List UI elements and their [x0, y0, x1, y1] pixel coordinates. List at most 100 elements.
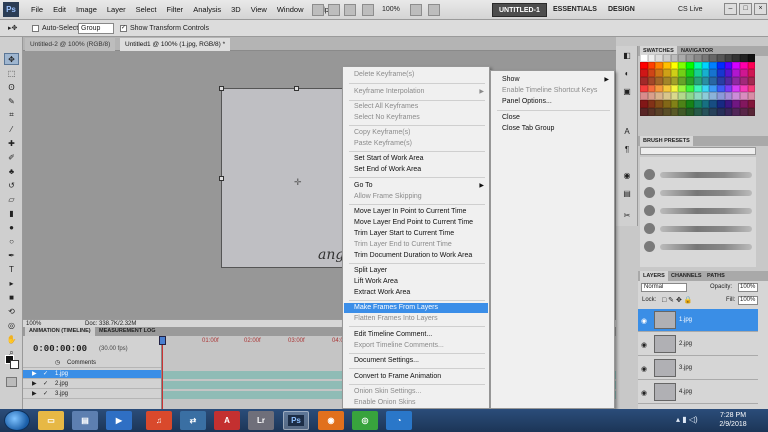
color-swatch[interactable]	[709, 107, 717, 116]
color-swatch[interactable]	[663, 77, 671, 85]
eyedropper-tool-icon[interactable]: ⁄	[4, 123, 19, 135]
move-tool-icon[interactable]: ✥	[4, 53, 19, 65]
color-swatch[interactable]	[739, 54, 748, 62]
color-swatch[interactable]	[724, 84, 733, 93]
color-swatch[interactable]	[724, 54, 733, 62]
menu-item-make-frames-from-layers[interactable]: Make Frames From Layers	[344, 303, 488, 313]
color-swatch[interactable]	[709, 100, 717, 108]
music-app-icon[interactable]: ♫	[146, 411, 172, 430]
color-swatch[interactable]	[647, 77, 656, 85]
color-swatch[interactable]	[732, 61, 740, 70]
color-swatch[interactable]	[655, 92, 664, 101]
menu-analysis[interactable]: Analysis	[188, 0, 226, 20]
transform-controls-checkbox[interactable]: ✓	[120, 25, 127, 32]
color-swatch[interactable]	[747, 92, 756, 101]
healing-tool-icon[interactable]: ✚	[4, 137, 19, 149]
layer-name[interactable]: 3.jpg	[679, 357, 692, 380]
color-swatch[interactable]	[716, 107, 725, 116]
eye-icon[interactable]: ◉	[641, 389, 647, 397]
color-panel-icon[interactable]: ◧	[621, 50, 633, 62]
adobe-app-icon[interactable]: A	[214, 411, 240, 430]
color-swatch[interactable]	[724, 92, 733, 101]
tab-channels[interactable]: CHANNELS	[668, 271, 705, 281]
paragraph-panel-icon[interactable]: ¶	[621, 144, 633, 156]
color-swatch[interactable]	[747, 69, 756, 78]
menu-item-copy-keyframes[interactable]: Copy Keyframe(s)	[344, 128, 488, 138]
background-color-swatch[interactable]	[10, 360, 19, 369]
pen-tool-icon[interactable]: ✒	[4, 249, 19, 261]
color-swatch[interactable]	[739, 92, 748, 101]
menu-item-panel-options[interactable]: Panel Options...	[492, 97, 613, 107]
3d-orbit-tool-icon[interactable]: ◎	[4, 319, 19, 331]
transform-handle[interactable]	[219, 86, 224, 91]
menu-item-go-to[interactable]: Go To ▶	[344, 181, 488, 191]
menu-item-delete-keyframes[interactable]: Delete Keyframe(s)	[344, 70, 488, 80]
menu-item-enable-timeline-shortcuts[interactable]: Enable Timeline Shortcut Keys	[492, 86, 613, 96]
move-tool-icon[interactable]: ▸✥	[8, 20, 17, 37]
menu-filter[interactable]: Filter	[162, 0, 189, 20]
color-swatch[interactable]	[678, 61, 687, 70]
lock-icons[interactable]: □ ✎ ✥ 🔒	[662, 296, 693, 304]
tools-preset-icon[interactable]: ✂	[621, 210, 633, 222]
layer-row-3jpg[interactable]: ◉ 3.jpg	[638, 357, 758, 380]
color-swatch[interactable]	[709, 54, 717, 62]
clone-stamp-tool-icon[interactable]: ♣	[4, 165, 19, 177]
color-swatch[interactable]	[670, 84, 679, 93]
color-swatch[interactable]	[647, 84, 656, 93]
color-swatch[interactable]	[655, 100, 664, 108]
menu-item-lift-work-area[interactable]: Lift Work Area	[344, 277, 488, 287]
start-button-icon[interactable]	[4, 410, 30, 431]
menu-item-move-layer-end-point[interactable]: Move Layer End Point to Current Time	[344, 218, 488, 228]
firefox-icon[interactable]: ◉	[318, 411, 344, 430]
color-swatch[interactable]	[647, 92, 656, 101]
color-swatch[interactable]	[647, 61, 656, 70]
menu-item-edit-timeline-comment[interactable]: Edit Timeline Comment...	[344, 330, 488, 340]
color-swatch[interactable]	[732, 92, 740, 101]
masks-panel-icon[interactable]: ◉	[621, 170, 633, 182]
color-swatch[interactable]	[678, 100, 687, 108]
color-swatch[interactable]	[716, 54, 725, 62]
color-swatch[interactable]	[678, 54, 687, 62]
menu-layer[interactable]: Layer	[102, 0, 131, 20]
color-swatch[interactable]	[732, 77, 740, 85]
menu-item-split-layer[interactable]: Split Layer	[344, 266, 488, 276]
timeline-row-3jpg[interactable]: ▶ ✓ 3.jpg	[23, 390, 161, 399]
color-swatch[interactable]	[701, 77, 710, 85]
blur-tool-icon[interactable]: ●	[4, 221, 19, 233]
type-tool-icon[interactable]: T	[4, 263, 19, 275]
lightroom-icon[interactable]: Lr	[248, 411, 274, 430]
color-swatch[interactable]	[739, 61, 748, 70]
playhead[interactable]	[159, 336, 166, 409]
color-swatch[interactable]	[693, 77, 702, 85]
workspace-design[interactable]: DESIGN	[602, 3, 641, 17]
color-swatch[interactable]	[709, 77, 717, 85]
color-swatch[interactable]	[701, 61, 710, 70]
color-swatch[interactable]	[663, 84, 671, 93]
color-swatch[interactable]	[709, 92, 717, 101]
adjustments-panel-icon[interactable]: ◐	[621, 68, 633, 80]
color-swatch[interactable]	[701, 100, 710, 108]
color-swatch[interactable]	[693, 69, 702, 78]
timeline-row-comments[interactable]: ◷ Comments	[23, 359, 161, 368]
mini-bridge-icon[interactable]	[328, 4, 340, 16]
color-swatch[interactable]	[678, 77, 687, 85]
shape-tool-icon[interactable]: ■	[4, 291, 19, 303]
color-swatch[interactable]	[640, 61, 648, 70]
layer-row-1jpg[interactable]: ◉ 1.jpg	[638, 309, 758, 332]
lasso-tool-icon[interactable]: ʘ	[4, 81, 19, 93]
color-swatch[interactable]	[739, 100, 748, 108]
network-app-icon[interactable]: ⇄	[180, 411, 206, 430]
color-swatch[interactable]	[724, 77, 733, 85]
eye-icon[interactable]: ◉	[641, 341, 647, 349]
file-explorer-icon[interactable]: ▭	[38, 411, 64, 430]
styles-panel-icon[interactable]: ▣	[621, 86, 633, 98]
color-swatch[interactable]	[732, 100, 740, 108]
color-swatch[interactable]	[686, 100, 694, 108]
color-swatch[interactable]	[693, 54, 702, 62]
color-swatch[interactable]	[670, 69, 679, 78]
color-swatch[interactable]	[693, 107, 702, 116]
color-swatch[interactable]	[716, 100, 725, 108]
color-swatch[interactable]	[686, 77, 694, 85]
color-swatch[interactable]	[732, 54, 740, 62]
color-swatch[interactable]	[732, 69, 740, 78]
